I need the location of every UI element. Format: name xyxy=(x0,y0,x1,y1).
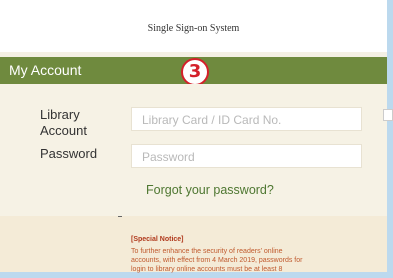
notice-title: [Special Notice] xyxy=(131,236,184,243)
divider xyxy=(118,216,122,217)
notice-line: To further enhance the security of reade… xyxy=(131,248,283,255)
password-input[interactable]: Password xyxy=(131,144,362,168)
library-account-label: Library Account xyxy=(40,107,87,139)
password-placeholder: Password xyxy=(142,150,195,164)
password-label: Password xyxy=(40,146,98,161)
sso-header: Single Sign-on System xyxy=(0,0,387,52)
library-account-label-line1: Library xyxy=(40,107,80,122)
remember-me-checkbox[interactable] xyxy=(383,109,393,121)
library-card-input[interactable]: Library Card / ID Card No. xyxy=(131,107,362,131)
step-number-badge: 3 xyxy=(181,58,209,86)
notice-line: accounts, with effect from 4 March 2019,… xyxy=(131,257,303,264)
library-account-label-line2: Account xyxy=(40,123,87,138)
account-title: My Account xyxy=(9,62,82,78)
forgot-password-link[interactable]: Forgot your password? xyxy=(146,183,274,197)
page-title: Single Sign-on System xyxy=(147,23,240,34)
library-card-placeholder: Library Card / ID Card No. xyxy=(142,113,282,127)
notice-text: To further enhance the security of reade… xyxy=(131,247,386,274)
login-frame: Single Sign-on System My Account 3 Libra… xyxy=(0,0,393,278)
notice-line: login to library online accounts must be… xyxy=(131,266,283,273)
